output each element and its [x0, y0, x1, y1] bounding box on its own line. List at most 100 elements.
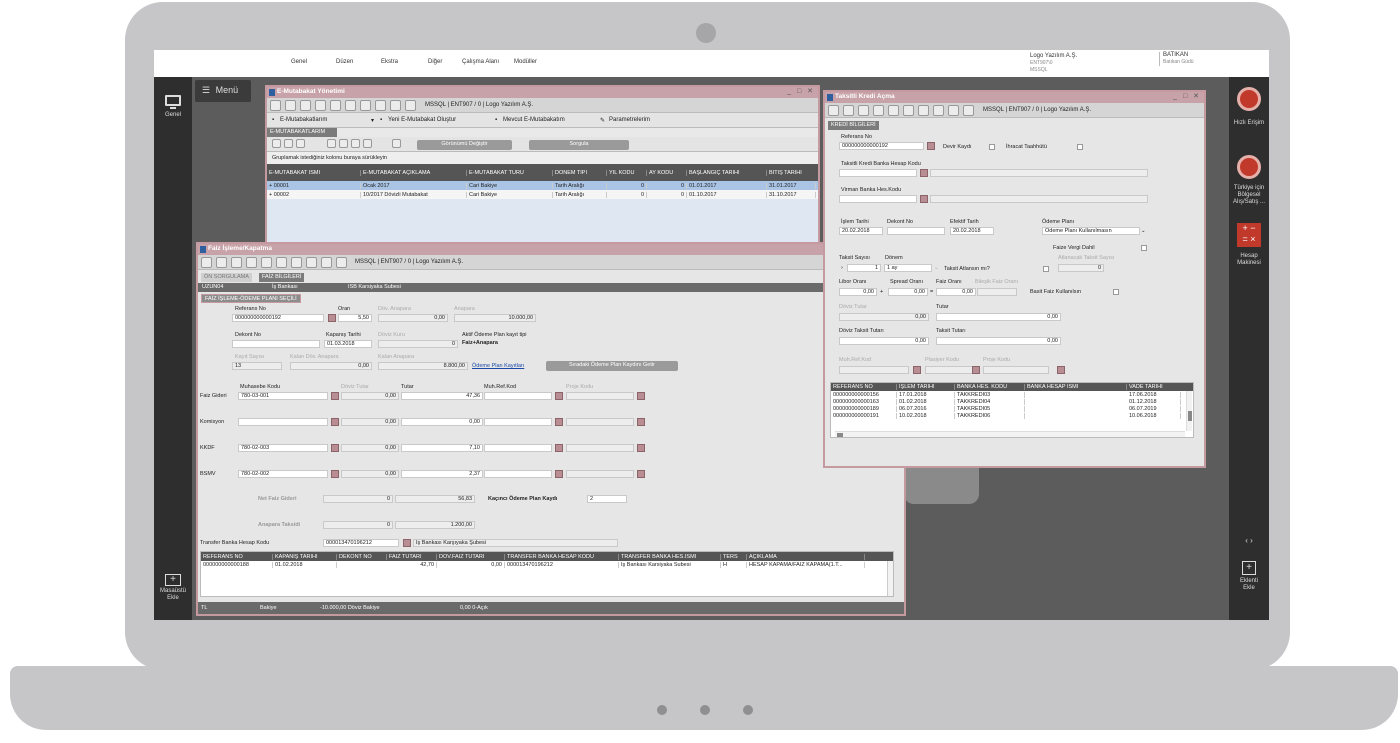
- col-header[interactable]: KAPANIŞ TARİHİ: [273, 553, 337, 560]
- devir-checkbox[interactable]: [989, 144, 995, 150]
- parameters-button[interactable]: Parametrelerim: [609, 117, 650, 123]
- cancel-icon[interactable]: [918, 105, 929, 116]
- faiz-gideri-code[interactable]: 780-03-001: [238, 392, 328, 400]
- tab-kredi-bilgileri[interactable]: KREDİ BİLGİLERİ: [828, 121, 879, 130]
- next-record-icon[interactable]: [300, 100, 311, 111]
- tab-on-sorgulama[interactable]: ÖN SORGULAMA: [201, 273, 252, 282]
- faiz-orani-field[interactable]: 0,00: [936, 288, 976, 296]
- change-view-button[interactable]: Görünümü Değiştir: [417, 140, 512, 150]
- table-row[interactable]: 000000000000188 01.02.2018 42,70 0,00 00…: [201, 561, 893, 568]
- col-header[interactable]: REFERANS NO: [831, 384, 897, 390]
- lookup-icon[interactable]: [920, 169, 928, 177]
- edit-icon[interactable]: [405, 100, 416, 111]
- menu-calisma-alani[interactable]: Çalışma Alanı: [462, 59, 499, 65]
- libor-field[interactable]: 0,00: [839, 288, 877, 296]
- calculator-icon[interactable]: + − = ×: [1237, 223, 1261, 247]
- table-row[interactable]: 000000000000163 01.02.2018 TAKKREDI04 01…: [831, 398, 1193, 405]
- table-row[interactable]: + 00001 Ocak 2017 Cari Bakiye Tarih Aral…: [267, 181, 818, 190]
- add-desktop-icon[interactable]: +: [165, 574, 181, 586]
- folder-icon[interactable]: [888, 105, 899, 116]
- kacinci-field[interactable]: 2: [587, 495, 627, 503]
- first-record-icon[interactable]: [201, 257, 212, 268]
- lookup-icon[interactable]: [637, 470, 645, 478]
- filter-icon[interactable]: [327, 139, 336, 148]
- next-plan-button[interactable]: Sıradaki Ödeme Plan Kaydını Getir: [546, 361, 678, 371]
- regional-trade-icon[interactable]: [1237, 155, 1261, 179]
- scroll-thumb[interactable]: [1188, 411, 1192, 421]
- faiz-titlebar[interactable]: Faiz İşleme/Kapatma: [198, 244, 904, 255]
- stepper-arrow-icon[interactable]: ›: [841, 265, 843, 271]
- table-row[interactable]: 000000000000189 06.07.2016 TAKKREDI05 06…: [831, 405, 1193, 412]
- taksit-tutari-field[interactable]: 0,00: [936, 337, 1061, 345]
- spread-field[interactable]: 0,00: [888, 288, 928, 296]
- taksit-atlansin-checkbox[interactable]: [1043, 266, 1049, 272]
- download-icon[interactable]: [345, 100, 356, 111]
- prev-record-icon[interactable]: [285, 100, 296, 111]
- first-record-icon[interactable]: [828, 105, 839, 116]
- menu-duzen[interactable]: Düzen: [336, 59, 353, 65]
- vertical-scrollbar[interactable]: [1186, 391, 1192, 431]
- menu-moduller[interactable]: Modüller: [514, 59, 537, 65]
- user-info[interactable]: BATIKAN Batıkan Güdü: [1159, 52, 1194, 66]
- sort-icon[interactable]: [339, 139, 348, 148]
- lookup-icon[interactable]: [328, 314, 336, 322]
- last-record-icon[interactable]: [246, 257, 257, 268]
- window-controls[interactable]: _ □ ✕: [1173, 92, 1201, 100]
- taksit-sayisi-field[interactable]: 1: [847, 264, 881, 272]
- kapanis-field[interactable]: 01.03.2018: [324, 340, 372, 348]
- lookup-icon[interactable]: [331, 392, 339, 400]
- rail-nav-arrows[interactable]: ‹ ›: [1229, 537, 1269, 545]
- lookup-icon[interactable]: [555, 392, 563, 400]
- lookup-icon[interactable]: [555, 418, 563, 426]
- dropdown-icon[interactable]: ▾: [371, 117, 374, 124]
- existing-emutabakat-button[interactable]: Mevcut E-Mutabakatım: [503, 117, 565, 123]
- tab-faiz-bilgileri[interactable]: FAİZ BİLGİLERİ: [259, 273, 305, 282]
- lookup-icon[interactable]: [555, 444, 563, 452]
- col-header[interactable]: VADE TARİHİ: [1127, 384, 1181, 390]
- lookup-icon[interactable]: [331, 444, 339, 452]
- col-header[interactable]: BANKA HESAP İSMİ: [1025, 384, 1127, 390]
- taksitli-titlebar[interactable]: Taksitli Kredi Açma _ □ ✕: [825, 92, 1204, 103]
- doviz-taksit-field[interactable]: 0,00: [839, 337, 929, 345]
- folder-icon[interactable]: [261, 257, 272, 268]
- open-icon[interactable]: [375, 100, 386, 111]
- muh-ref-field[interactable]: [484, 470, 552, 478]
- lookup-icon[interactable]: [913, 366, 921, 374]
- grid-icon[interactable]: [284, 139, 293, 148]
- lookup-icon[interactable]: [555, 470, 563, 478]
- ihracat-checkbox[interactable]: [1077, 144, 1083, 150]
- col-header[interactable]: TERS: [721, 553, 747, 560]
- kkdf-tutar[interactable]: 7,10: [401, 444, 483, 452]
- grid-icon[interactable]: [296, 139, 305, 148]
- user-icon[interactable]: [948, 105, 959, 116]
- quick-access-icon[interactable]: [1237, 87, 1261, 111]
- table-row[interactable]: + 00002 10/2017 Dövizli Mutabakat Cari B…: [267, 190, 818, 199]
- edit-icon[interactable]: [963, 105, 974, 116]
- col-header[interactable]: TRANSFER BANKA HESAP KODU: [505, 553, 619, 560]
- lookup-icon[interactable]: [637, 444, 645, 452]
- col-header[interactable]: TRANSFER BANKA HES.İSMİ: [619, 553, 721, 560]
- lookup-icon[interactable]: [637, 392, 645, 400]
- col-header[interactable]: BİTİŞ TARİHİ: [767, 170, 816, 176]
- col-header[interactable]: DÖNEM TİPİ: [553, 169, 607, 176]
- last-record-icon[interactable]: [315, 100, 326, 111]
- efektif-field[interactable]: 20.02.2018: [950, 227, 994, 235]
- muh-ref-field[interactable]: [484, 392, 552, 400]
- odeme-plan-link[interactable]: Ödeme Plan Kayıtları: [472, 363, 524, 369]
- bsmv-tutar[interactable]: 2,37: [401, 470, 483, 478]
- table-row[interactable]: 000000000000156 17.01.2018 TAKKREDI03 17…: [831, 391, 1193, 398]
- lookup-icon[interactable]: [972, 366, 980, 374]
- open-icon[interactable]: [306, 257, 317, 268]
- add-plugin-icon[interactable]: +: [1242, 561, 1256, 575]
- next-record-icon[interactable]: [858, 105, 869, 116]
- scroll-thumb[interactable]: [837, 433, 843, 437]
- transfer-field[interactable]: 000013470196212: [323, 539, 399, 547]
- faiz-gideri-tutar[interactable]: 47,36: [401, 392, 483, 400]
- query-button[interactable]: Sorgula: [529, 140, 629, 150]
- cancel-icon[interactable]: [291, 257, 302, 268]
- menu-ekstra[interactable]: Ekstra: [381, 59, 398, 65]
- virman-field[interactable]: [839, 195, 917, 203]
- lookup-icon[interactable]: [637, 418, 645, 426]
- col-header[interactable]: İŞLEM TARİHİ: [897, 384, 955, 390]
- user-icon[interactable]: [390, 100, 401, 111]
